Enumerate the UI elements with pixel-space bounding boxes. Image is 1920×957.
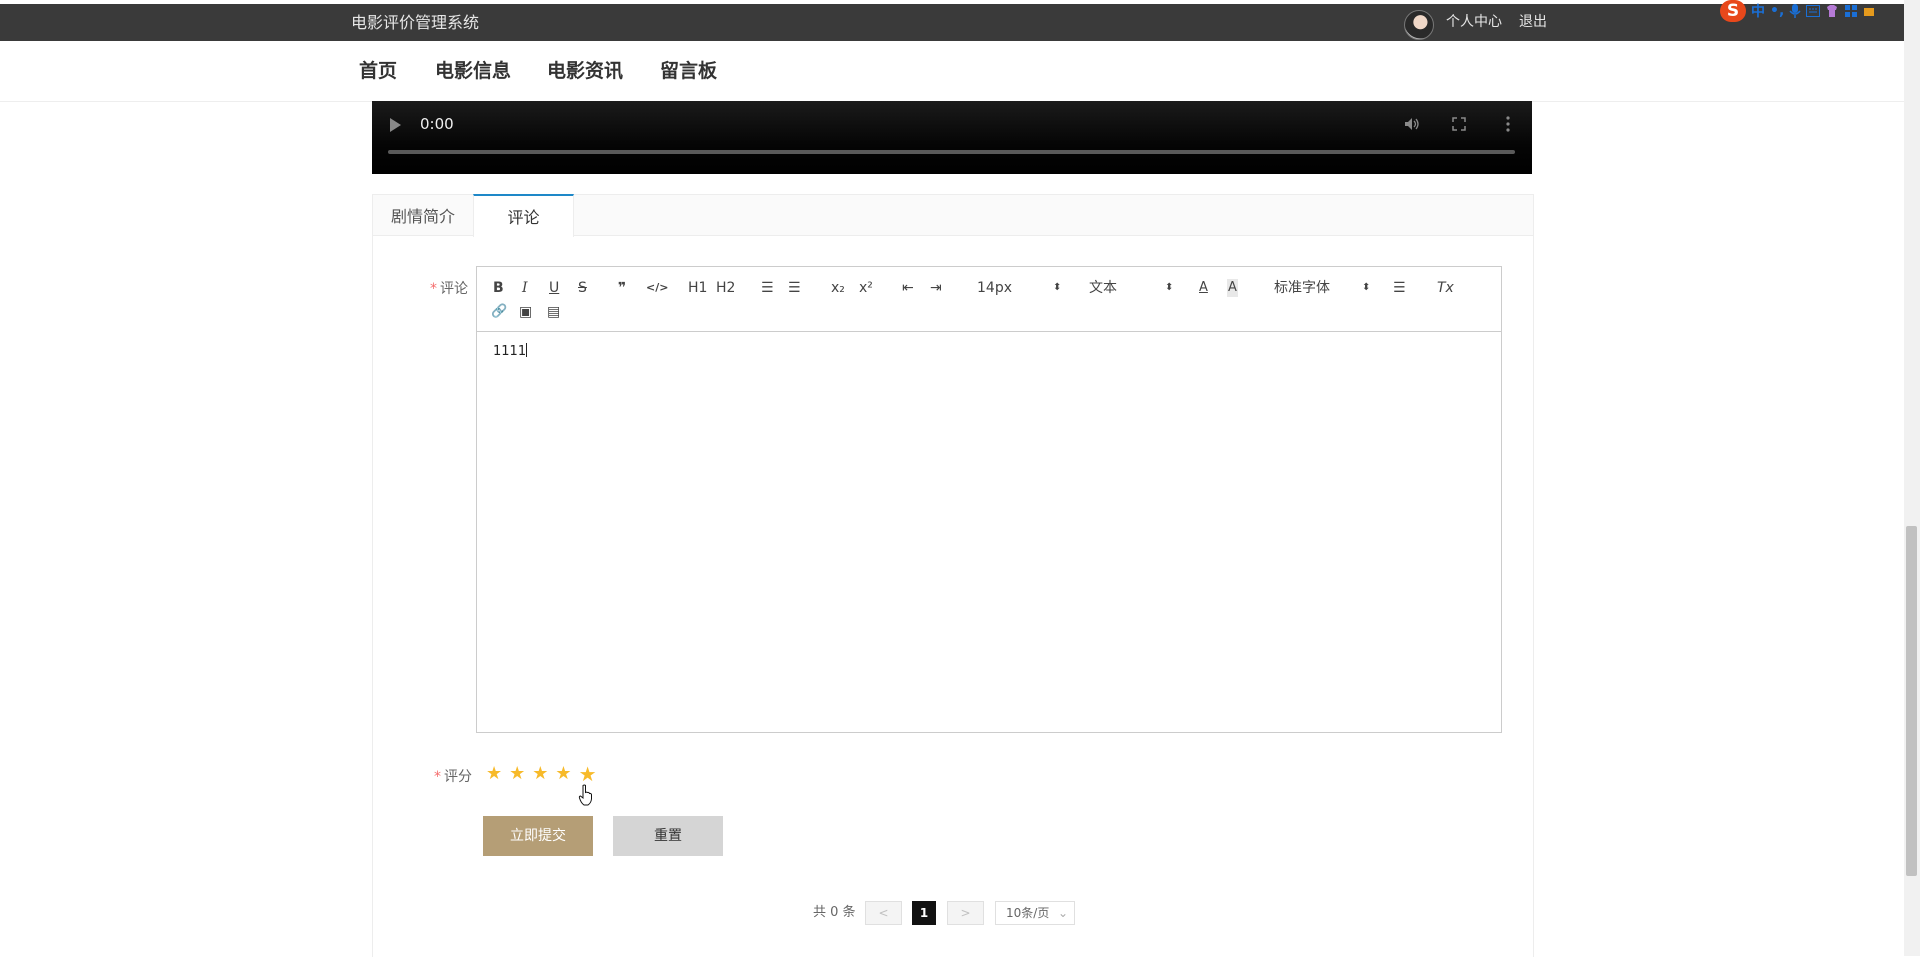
ime-toolbar: S 中 •, <box>1720 0 1875 22</box>
page-size-chevron-icon: ⌄ <box>1058 906 1069 920</box>
comment-label: * 评论 <box>420 278 468 298</box>
logout-link[interactable]: 退出 <box>1519 4 1547 41</box>
main-nav: 首页 电影信息 电影资讯 留言板 <box>0 41 1904 102</box>
comment-editor: B I U S ❞ </> H1 H2 ☰ ☰ x₂ x² ⇤ ⇥ 14px ⬍ … <box>476 266 1502 733</box>
font-family-select[interactable]: 标准字体 ⬍ <box>1274 279 1370 297</box>
format-value: 文本 <box>1089 280 1117 296</box>
hand-cursor-icon <box>578 784 592 806</box>
background-color-button[interactable]: A <box>1227 279 1238 297</box>
text-cursor <box>526 343 528 357</box>
code-block-button[interactable]: </> <box>646 279 668 297</box>
format-caret-icon: ⬍ <box>1165 282 1174 293</box>
font-size-caret-icon: ⬍ <box>1053 282 1062 293</box>
tab-comments[interactable]: 评论 <box>473 194 574 237</box>
format-select[interactable]: 文本 ⬍ <box>1089 279 1173 297</box>
rating-required-mark: * <box>434 769 441 785</box>
toolbox-icon[interactable] <box>1844 4 1858 18</box>
clear-format-button[interactable]: Tx <box>1437 279 1454 297</box>
top-bar: 电影评价管理系统 个人中心 退出 <box>0 4 1904 41</box>
reset-button[interactable]: 重置 <box>613 816 723 856</box>
nav-item-movies[interactable]: 电影信息 <box>435 41 511 101</box>
skin-icon[interactable] <box>1825 4 1839 18</box>
video-player[interactable]: 0:00 <box>372 101 1532 174</box>
strikethrough-button[interactable]: S <box>578 279 587 297</box>
avatar[interactable] <box>1404 10 1434 40</box>
image-button[interactable]: ▣ <box>519 303 532 321</box>
personal-center-link[interactable]: 个人中心 <box>1446 4 1502 41</box>
pagination-next-button[interactable]: > <box>947 901 984 925</box>
play-icon[interactable] <box>390 118 401 132</box>
ime-punct-indicator[interactable]: •, <box>1770 3 1784 19</box>
heading1-button[interactable]: H1 <box>688 279 707 297</box>
rating-star-1[interactable]: ★ <box>486 765 502 783</box>
keyboard-icon[interactable] <box>1806 5 1821 17</box>
page-size-value: 10条/页 <box>1006 906 1050 920</box>
rating-label-text: 评分 <box>444 769 472 785</box>
rating-label: * 评分 <box>420 766 472 786</box>
required-mark: * <box>430 281 437 297</box>
video-progress-bar[interactable] <box>388 150 1515 154</box>
nav-item-home[interactable]: 首页 <box>359 41 397 101</box>
font-size-value: 14px <box>977 280 1012 296</box>
bullet-list-button[interactable]: ☰ <box>788 279 801 297</box>
microphone-icon[interactable] <box>1789 3 1801 19</box>
font-size-select[interactable]: 14px ⬍ <box>977 279 1061 297</box>
indent-button[interactable]: ⇥ <box>930 279 942 297</box>
italic-button[interactable]: I <box>522 279 528 297</box>
rating-star-2[interactable]: ★ <box>509 765 525 783</box>
volume-icon[interactable] <box>1404 117 1420 131</box>
ordered-list-button[interactable]: ☰ <box>761 279 774 297</box>
page-size-select[interactable]: 10条/页 ⌄ <box>995 901 1075 925</box>
tab-bar: 剧情简介 评论 <box>373 194 1533 237</box>
rating-star-5[interactable]: ★ <box>579 764 597 784</box>
site-title: 电影评价管理系统 <box>351 13 480 32</box>
more-options-icon[interactable] <box>1506 116 1510 132</box>
submit-button[interactable]: 立即提交 <box>483 816 593 856</box>
bold-button[interactable]: B <box>493 279 504 297</box>
rating-star-3[interactable]: ★ <box>532 765 548 783</box>
rating-star-4[interactable]: ★ <box>555 765 571 783</box>
fullscreen-icon[interactable] <box>1452 117 1466 131</box>
ime-mode-indicator[interactable]: 中 <box>1751 1 1765 21</box>
pagination-prev-button[interactable]: < <box>865 901 902 925</box>
tab-synopsis[interactable]: 剧情简介 <box>373 195 473 235</box>
underline-button[interactable]: U <box>549 279 559 297</box>
editor-toolbar: B I U S ❞ </> H1 H2 ☰ ☰ x₂ x² ⇤ ⇥ 14px ⬍ … <box>477 267 1501 332</box>
nav-item-messages[interactable]: 留言板 <box>660 41 717 101</box>
heading2-button[interactable]: H2 <box>716 279 735 297</box>
sogou-logo-icon[interactable]: S <box>1720 0 1746 22</box>
editor-text: 1111 <box>493 344 527 359</box>
text-color-button[interactable]: A <box>1199 279 1208 297</box>
nav-item-news[interactable]: 电影资讯 <box>547 41 623 101</box>
link-button[interactable]: 🔗 <box>491 303 507 321</box>
scrollbar-thumb[interactable] <box>1906 526 1917 876</box>
superscript-button[interactable]: x² <box>859 279 873 297</box>
subscript-button[interactable]: x₂ <box>831 279 845 297</box>
pagination-page-1[interactable]: 1 <box>912 901 936 925</box>
blockquote-button[interactable]: ❞ <box>618 279 626 297</box>
editor-content[interactable]: 1111 <box>493 343 528 359</box>
align-button[interactable]: ☰ <box>1393 279 1406 297</box>
rating-stars: ★ ★ ★ ★ ★ <box>486 764 597 784</box>
video-button[interactable]: ▤ <box>547 303 560 321</box>
font-family-value: 标准字体 <box>1274 280 1330 296</box>
outdent-button[interactable]: ⇤ <box>902 279 914 297</box>
pagination-total: 共 0 条 <box>813 905 856 920</box>
comment-label-text: 评论 <box>440 281 468 297</box>
ime-extra-icon[interactable] <box>1863 5 1875 17</box>
font-family-caret-icon: ⬍ <box>1362 282 1371 293</box>
video-time: 0:00 <box>420 115 454 133</box>
